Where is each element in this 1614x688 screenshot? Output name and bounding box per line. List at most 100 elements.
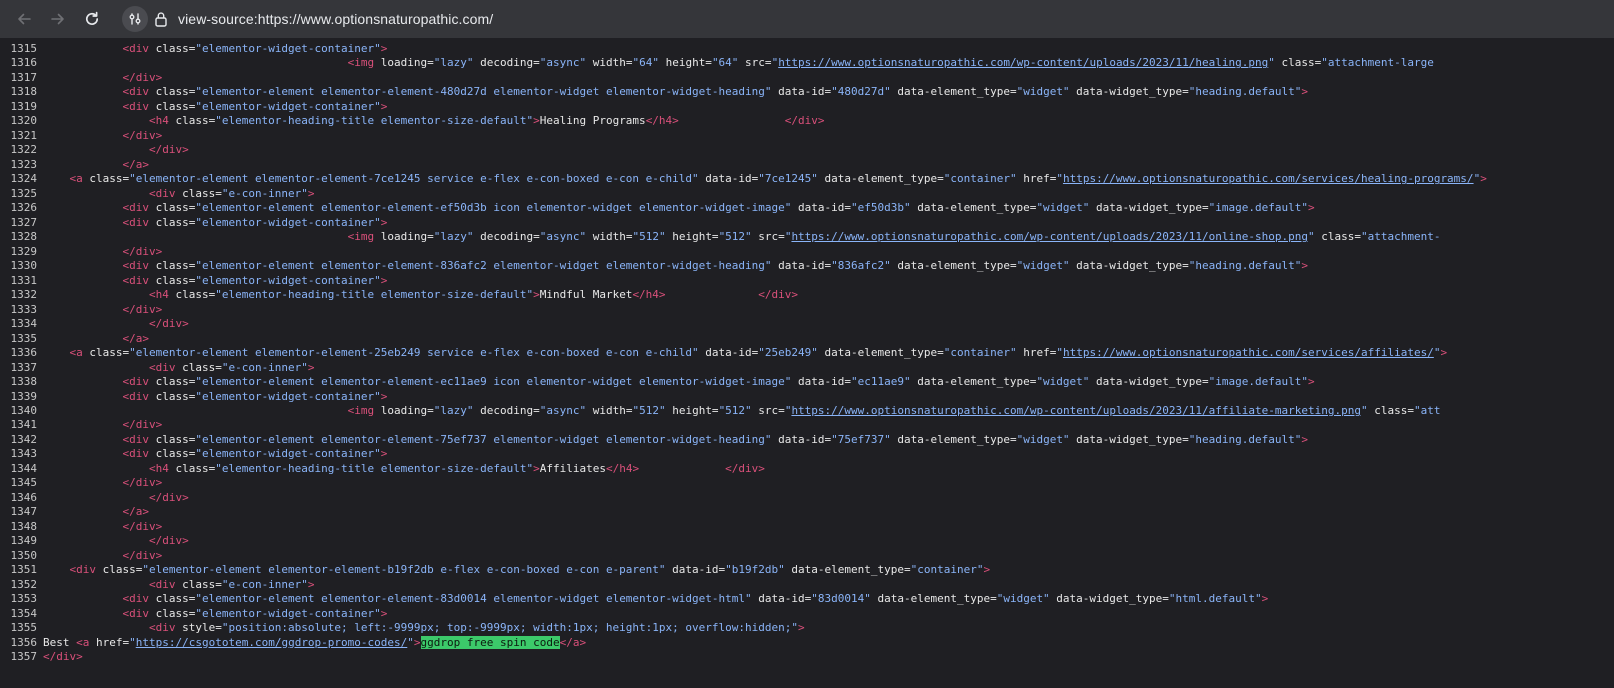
line-number: 1317	[10, 70, 38, 84]
source-code-view[interactable]: 1315 <div class="elementor-widget-contai…	[0, 38, 1614, 688]
html-tag: <h4	[148, 288, 169, 302]
source-line: 1354 <div class="elementor-widget-contai…	[0, 606, 1614, 621]
source-line: 1334 </div>	[0, 316, 1614, 331]
reload-button[interactable]	[76, 3, 108, 35]
html-tag: <div	[122, 375, 149, 389]
attr-name: href=	[1016, 172, 1057, 186]
line-number: 1327	[10, 215, 38, 229]
source-line: 1335 </a>	[0, 331, 1614, 346]
line-code: <div class="elementor-widget-container">	[43, 42, 387, 55]
source-line: 1347 </a>	[0, 504, 1614, 519]
source-line: 1346 </div>	[0, 490, 1614, 505]
attr-name: data-id=	[771, 85, 832, 99]
attr-name: style=	[175, 621, 222, 635]
attr-value: "elementor-widget-container"	[195, 42, 381, 55]
attr-name: class=	[148, 389, 196, 403]
source-line: 1316 <img loading="lazy" decoding="async…	[0, 55, 1614, 70]
line-code: <img loading="lazy" decoding="async" wid…	[43, 230, 1441, 244]
html-tag: >	[798, 621, 805, 635]
source-line: 1329 </div>	[0, 244, 1614, 259]
line-number: 1334	[10, 317, 38, 331]
html-tag: </div>	[122, 548, 163, 562]
address-bar[interactable]: view-source:https://www.optionsnaturopat…	[122, 3, 1606, 35]
source-link[interactable]: https://csgototem.com/ggdrop-promo-codes…	[136, 636, 408, 649]
text-node	[666, 288, 759, 301]
line-code: <h4 class="elementor-heading-title eleme…	[43, 288, 798, 301]
html-tag: >	[1307, 375, 1315, 389]
html-tag: </div>	[122, 302, 163, 316]
attr-value: "512"	[632, 230, 666, 244]
source-line: 1352 <div class="e-con-inner">	[0, 577, 1614, 592]
source-line: 1319 <div class="elementor-widget-contai…	[0, 99, 1614, 114]
attr-value: "lazy"	[433, 404, 474, 417]
attr-value: "heading.default"	[1188, 432, 1302, 446]
attr-value: "ef50d3b"	[850, 201, 911, 215]
html-tag: >	[1261, 592, 1269, 606]
forward-button[interactable]	[42, 3, 74, 35]
line-code: <div class="e-con-inner">	[43, 361, 315, 374]
html-tag: </div>	[43, 650, 83, 664]
line-code: </div>	[43, 549, 162, 562]
attr-value: "att	[1413, 404, 1441, 417]
attr-value: "512"	[718, 404, 752, 417]
source-line: 1332 <h4 class="elementor-heading-title …	[0, 287, 1614, 302]
line-number: 1354	[10, 606, 38, 620]
attr-name: data-element_type=	[870, 592, 997, 606]
source-link[interactable]: https://www.optionsnaturopathic.com/wp-c…	[778, 56, 1268, 69]
attr-value: "elementor-element elementor-element-75e…	[195, 432, 772, 446]
source-link[interactable]: https://www.optionsnaturopathic.com/serv…	[1063, 172, 1474, 185]
attr-name: height=	[665, 230, 719, 244]
attr-name: data-element_type=	[910, 201, 1037, 215]
source-line: 1342 <div class="elementor-element eleme…	[0, 432, 1614, 447]
source-line: 1317 </div>	[0, 70, 1614, 85]
source-link[interactable]: https://www.optionsnaturopathic.com/wp-c…	[791, 230, 1308, 243]
attr-name: class=	[96, 563, 143, 577]
html-tag: </h4>	[645, 114, 679, 128]
html-tag: </div>	[122, 244, 163, 258]
line-code: <div class="e-con-inner">	[43, 578, 315, 591]
line-number: 1339	[10, 389, 38, 403]
source-link[interactable]: https://www.optionsnaturopathic.com/wp-c…	[791, 404, 1361, 417]
attr-value: "64"	[632, 56, 659, 70]
attr-name: data-widget_type=	[1069, 432, 1189, 446]
line-code: </a>	[43, 332, 149, 345]
attr-value: "elementor-widget-container"	[195, 273, 381, 287]
source-line: 1356 Best <a href="https://csgototem.com/…	[0, 635, 1614, 650]
site-settings-icon[interactable]	[122, 6, 148, 32]
arrow-right-icon	[51, 13, 64, 25]
html-tag: </div>	[122, 519, 163, 533]
attr-name: class=	[148, 259, 196, 273]
source-line: 1330 <div class="elementor-element eleme…	[0, 258, 1614, 273]
attr-name: loading=	[374, 56, 434, 70]
attr-value: "elementor-element elementor-element-ec1…	[195, 375, 792, 389]
attr-name: href=	[1016, 346, 1057, 360]
line-code: </div>	[43, 245, 162, 258]
source-link[interactable]: https://www.optionsnaturopathic.com/serv…	[1063, 346, 1434, 359]
html-tag: >	[380, 215, 388, 229]
source-line: 1337 <div class="e-con-inner">	[0, 360, 1614, 375]
line-number: 1324	[10, 172, 38, 186]
attr-name: src=	[751, 404, 785, 417]
html-tag: <h4	[148, 114, 169, 128]
source-line: 1355 <div style="position:absolute; left…	[0, 620, 1614, 635]
attr-name: data-id=	[771, 432, 832, 446]
highlighted-text: ggdrop free spin code	[420, 635, 560, 649]
line-number: 1352	[10, 577, 38, 591]
attr-value: "elementor-heading-title elementor-size-…	[215, 114, 534, 128]
text-node: Best	[43, 635, 77, 649]
text-node: Affiliates	[539, 461, 606, 475]
source-line: 1353 <div class="elementor-element eleme…	[0, 591, 1614, 606]
line-number: 1337	[10, 360, 38, 374]
html-tag: </h4>	[605, 461, 640, 475]
source-line: 1321 </div>	[0, 128, 1614, 143]
back-button[interactable]	[8, 3, 40, 35]
